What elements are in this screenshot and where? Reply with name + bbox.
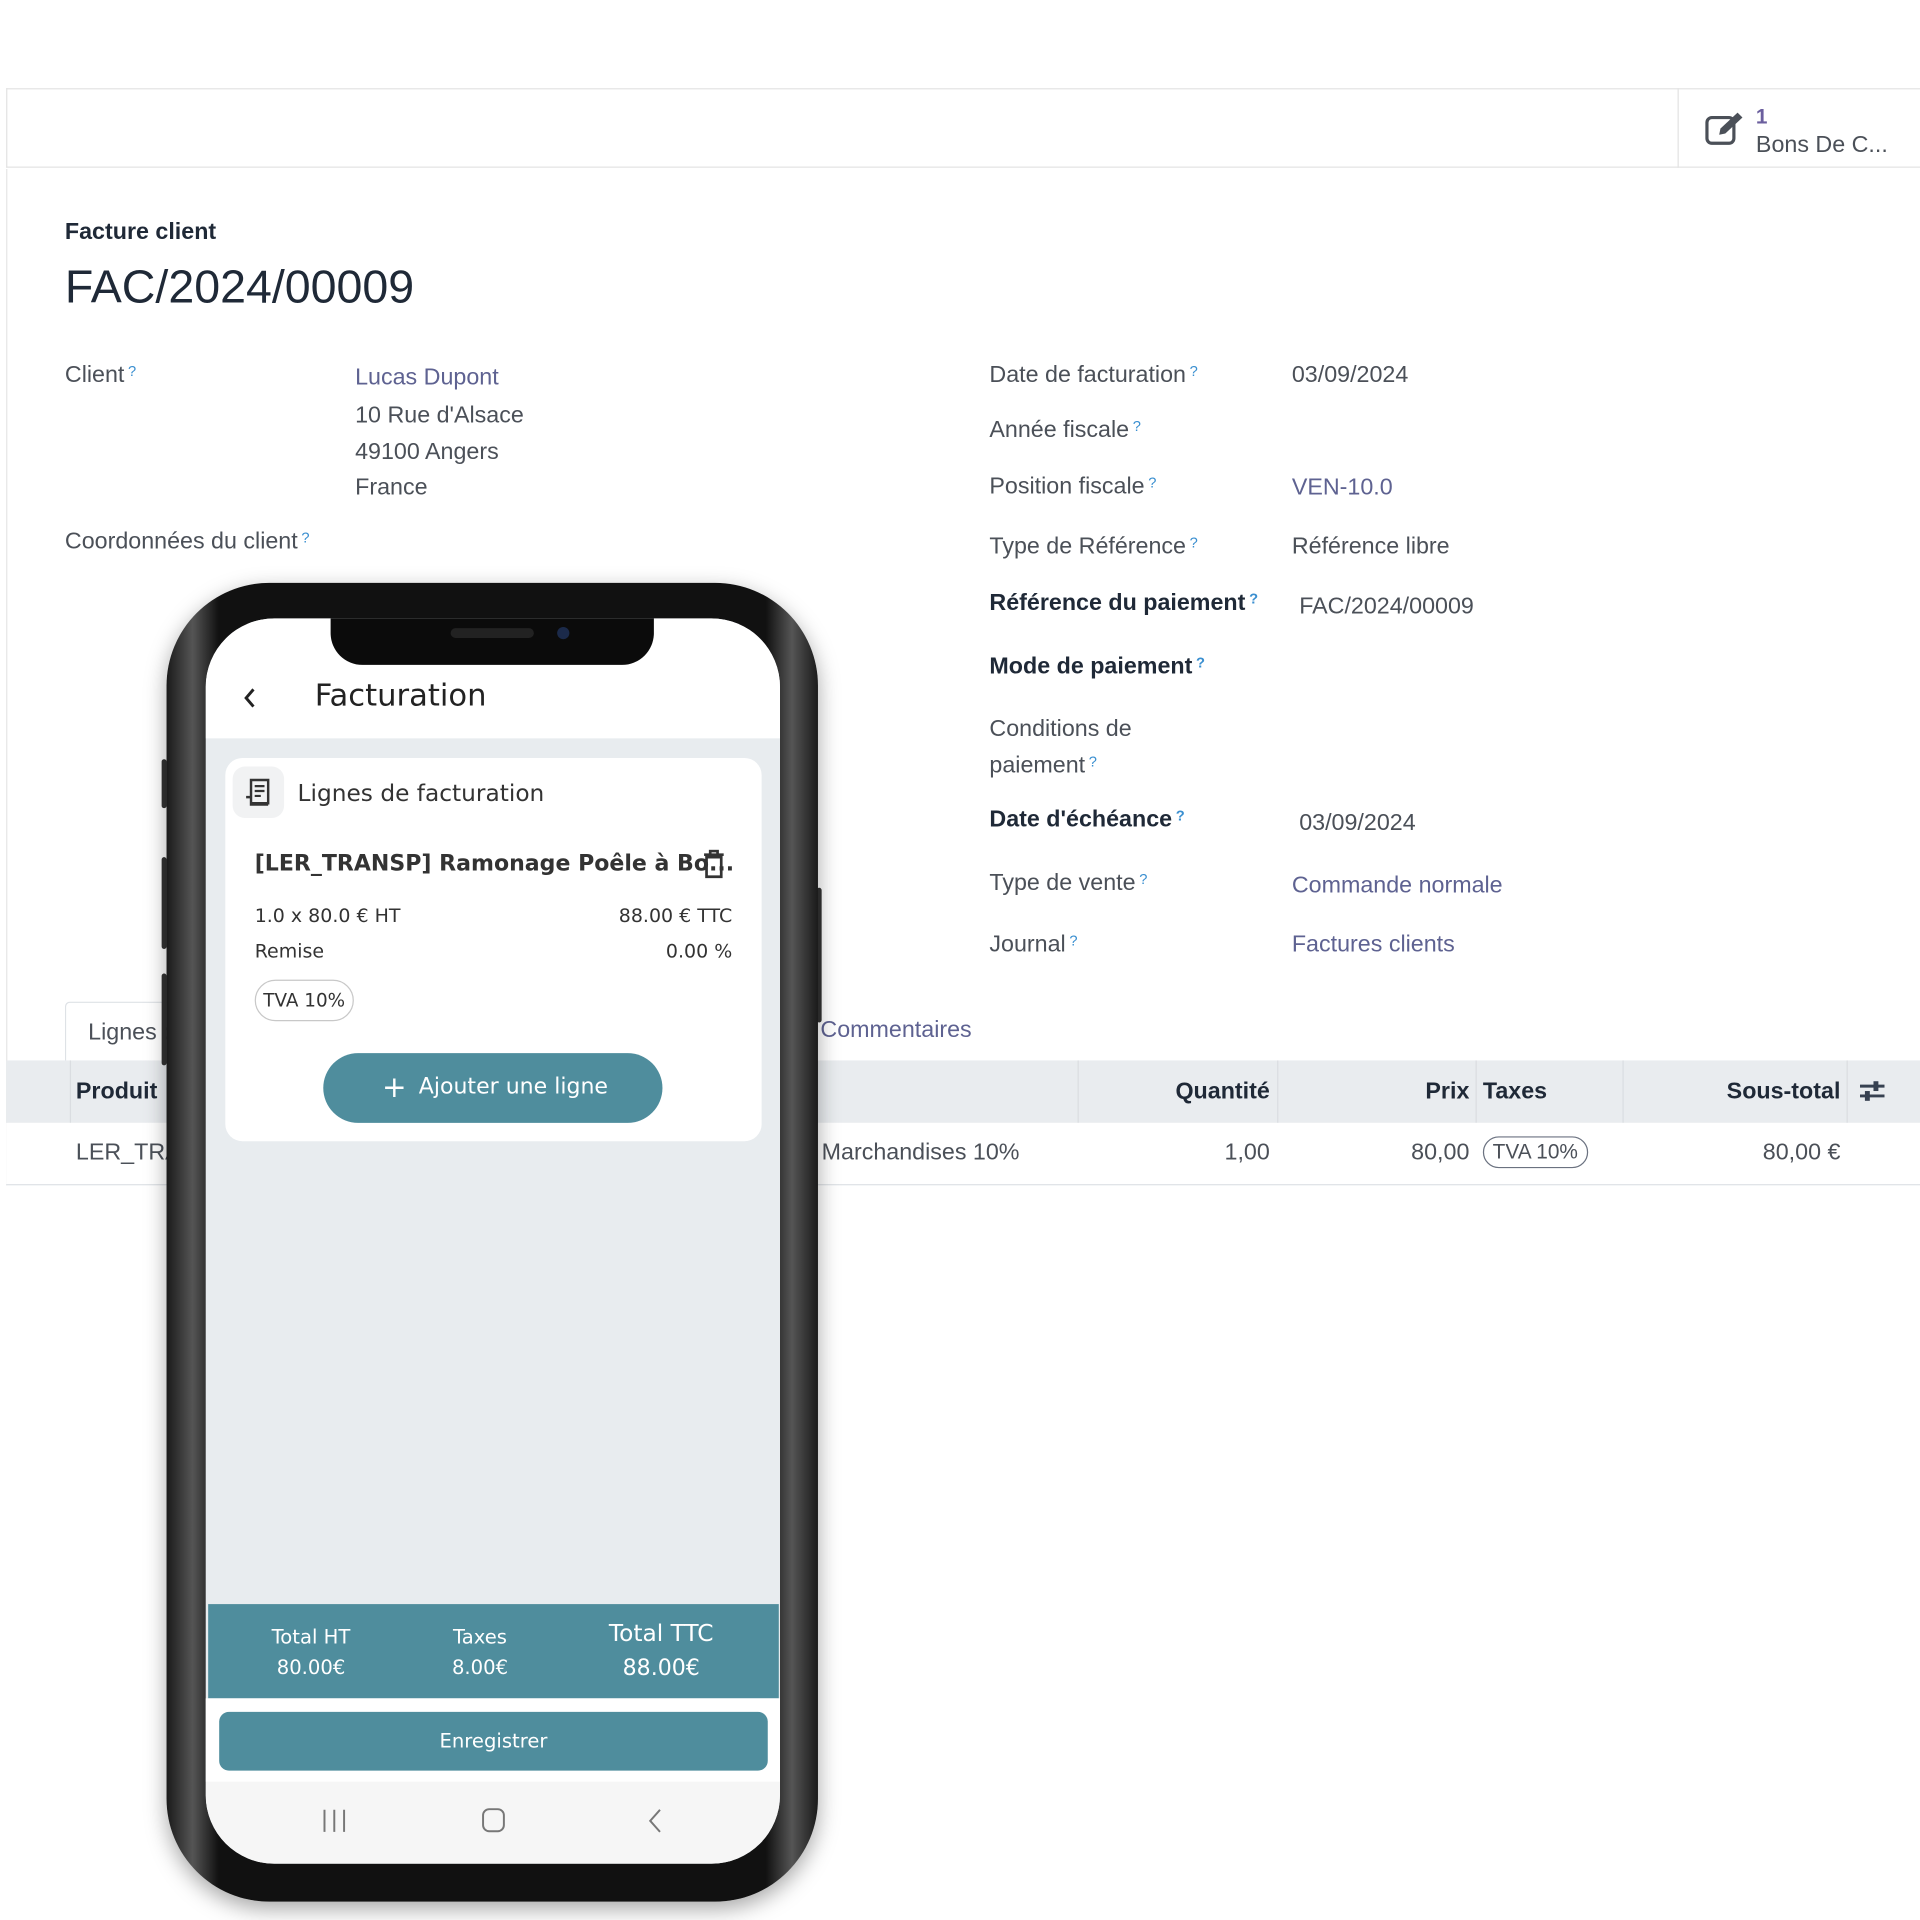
total-ttc-value: 88.00€ <box>622 1655 700 1682</box>
control-panel <box>6 88 1920 168</box>
app-title: Facturation <box>314 677 487 713</box>
payment-mode-label: Mode de paiement? <box>989 653 1206 680</box>
save-button[interactable]: Enregistrer <box>219 1711 768 1771</box>
client-address-line1: 10 Rue d'Alsace <box>355 402 524 429</box>
due-date-field[interactable]: 03/09/2024 <box>1299 811 1415 838</box>
fiscal-year-label: Année fiscale? <box>989 417 1141 444</box>
total-ttc-label: Total TTC <box>608 1620 714 1647</box>
client-address-line3: France <box>355 475 428 501</box>
receipt-icon-box <box>232 766 285 818</box>
row-quantity: 1,00 <box>1224 1140 1270 1166</box>
column-settings-icon[interactable] <box>1859 1079 1886 1103</box>
smart-button-purchase-orders[interactable]: 1 Bons De C... <box>1677 88 1920 168</box>
row-price: 80,00 <box>1411 1140 1470 1166</box>
payment-reference-field[interactable]: FAC/2024/00009 <box>1299 594 1474 621</box>
stage: 1 Bons De C... Facture client FAC/2024/0… <box>0 0 1920 1920</box>
client-label: Client? <box>64 362 137 389</box>
column-header-price[interactable]: Prix <box>1425 1079 1469 1106</box>
invoice-lines-card: Lignes de facturation [LER_TRANSP] Ramon… <box>225 757 762 1142</box>
due-date-label: Date d'échéance? <box>989 806 1185 833</box>
invoice-date-field[interactable]: 03/09/2024 <box>1292 362 1408 389</box>
system-back-icon[interactable] <box>647 1807 664 1834</box>
receipt-icon <box>246 778 270 806</box>
home-icon[interactable] <box>481 1807 505 1833</box>
tab-comments[interactable]: Commentaires <box>820 1018 971 1045</box>
totals-bar: Total HT 80.00€ Taxes 8.00€ Total TTC 88… <box>208 1604 779 1699</box>
taxes-value: 8.00€ <box>451 1655 509 1679</box>
line-qty-price: 1.0 x 80.0 € HT <box>254 904 401 927</box>
payment-terms-label-1: Conditions de <box>989 716 1132 743</box>
sale-type-field[interactable]: Commande normale <box>1292 873 1503 900</box>
column-header-subtotal[interactable]: Sous-total <box>1727 1079 1841 1106</box>
back-arrow-icon[interactable] <box>242 687 257 709</box>
line-discount-label: Remise <box>254 940 325 963</box>
phone-screen: Facturation Lignes de facturation [LER_T… <box>205 618 781 1864</box>
page-title: FAC/2024/00009 <box>64 262 415 314</box>
total-ht-label: Total HT <box>271 1624 351 1649</box>
add-line-label: Ajouter une ligne <box>418 1073 608 1100</box>
column-header-taxes[interactable]: Taxes <box>1483 1079 1547 1106</box>
client-address-line2: 49100 Angers <box>355 439 499 466</box>
trash-icon[interactable] <box>703 849 725 879</box>
line-tax-chip: TVA 10% <box>254 979 354 1022</box>
smart-button-count: 1 <box>1755 105 1768 129</box>
taxes-label: Taxes <box>453 1624 508 1649</box>
smart-button-label: Bons De C... <box>1755 132 1888 158</box>
line-ttc: 88.00 € TTC <box>618 904 733 927</box>
phone-notch <box>330 618 654 665</box>
journal-field[interactable]: Factures clients <box>1292 932 1455 959</box>
reference-type-field[interactable]: Référence libre <box>1292 534 1450 561</box>
total-ht-value: 80.00€ <box>276 1655 346 1679</box>
line-discount-value: 0.00 % <box>665 940 733 963</box>
column-header-product[interactable]: Produit <box>76 1079 157 1106</box>
journal-label: Journal? <box>989 931 1078 958</box>
edit-icon <box>1705 112 1743 145</box>
client-name-link[interactable]: Lucas Dupont <box>355 365 499 392</box>
speaker-grille <box>450 628 534 638</box>
client-coords-label: Coordonnées du client? <box>64 528 310 555</box>
form-subtitle: Facture client <box>64 219 217 245</box>
front-camera <box>557 626 570 640</box>
recent-apps-icon[interactable] <box>321 1809 348 1833</box>
sale-type-label: Type de vente? <box>989 870 1148 897</box>
row-account: Marchandises 10% <box>821 1140 1020 1166</box>
payment-reference-label: Référence du paiement? <box>989 590 1259 616</box>
payment-terms-label-2: paiement? <box>989 753 1097 779</box>
line-product-name[interactable]: [LER_TRANSP] Ramonage Poêle à Bo... <box>255 851 734 877</box>
phone-frame: Facturation Lignes de facturation [LER_T… <box>166 582 818 1902</box>
fiscal-position-label: Position fiscale? <box>989 473 1157 500</box>
plus-icon: + <box>382 1070 407 1105</box>
card-title: Lignes de facturation <box>297 780 545 807</box>
column-header-quantity[interactable]: Quantité <box>1175 1079 1269 1106</box>
add-line-button[interactable]: + Ajouter une ligne <box>323 1053 663 1123</box>
fiscal-position-field[interactable]: VEN-10.0 <box>1292 475 1393 502</box>
row-tax-badge: TVA 10% <box>1482 1136 1588 1169</box>
row-subtotal: 80,00 € <box>1762 1140 1841 1166</box>
invoice-date-label: Date de facturation? <box>989 362 1198 389</box>
reference-type-label: Type de Référence? <box>989 533 1198 560</box>
